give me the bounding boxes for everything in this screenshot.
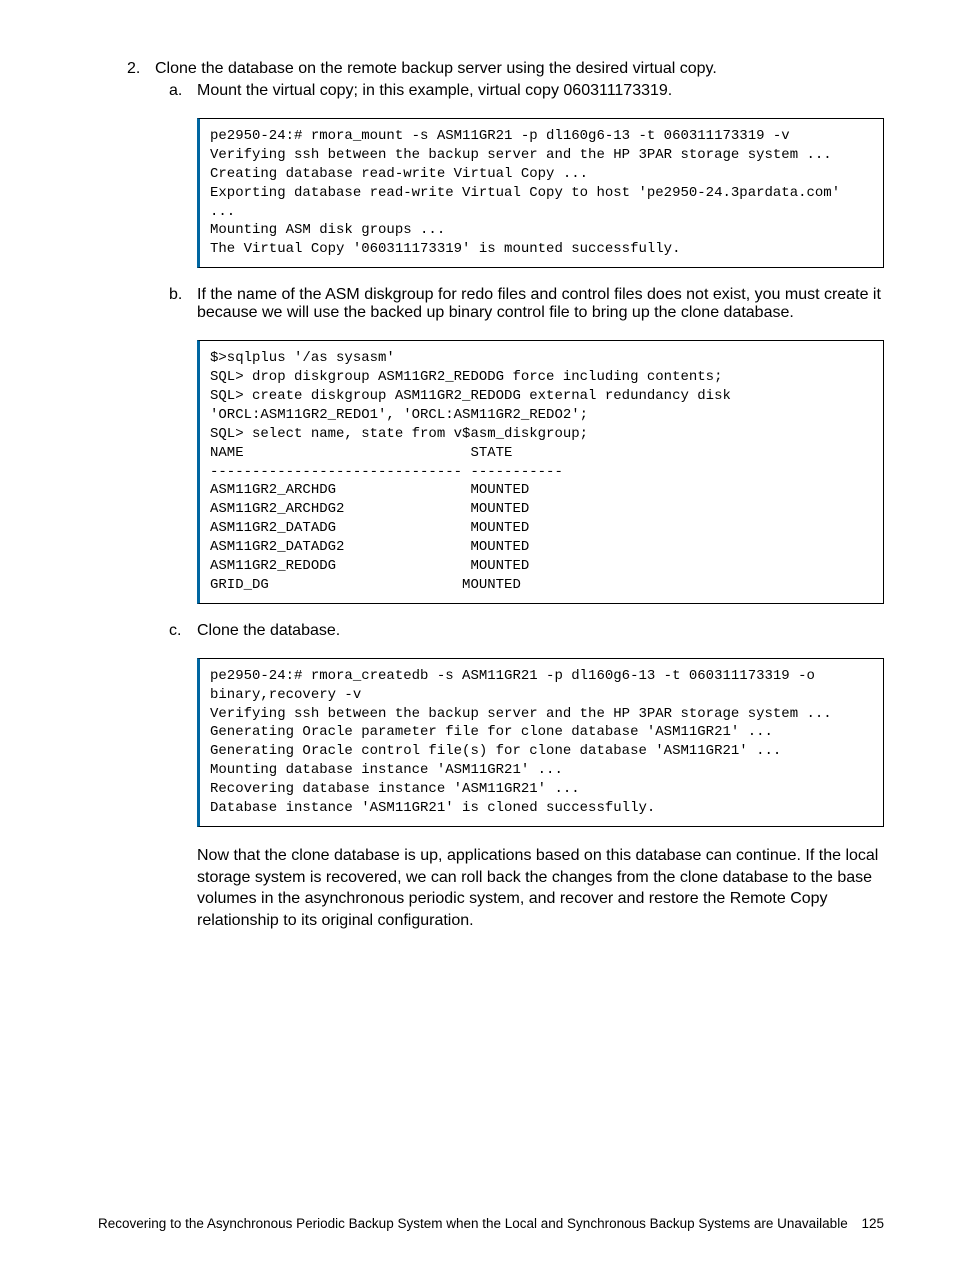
code-block-c: pe2950-24:# rmora_createdb -s ASM11GR21 … [197,658,884,827]
sub-item-c: c. Clone the database. [197,622,884,640]
list-item-text: Clone the database on the remote backup … [155,60,717,77]
sub-letter-b: b. [169,286,182,304]
page-footer: Recovering to the Asynchronous Periodic … [98,1216,884,1231]
page-number: 125 [861,1216,884,1231]
sub-item-b-text: If the name of the ASM diskgroup for red… [197,286,881,321]
list-item-2: 2. Clone the database on the remote back… [155,60,884,100]
sub-item-b: b. If the name of the ASM diskgroup for … [197,286,884,322]
code-block-a: pe2950-24:# rmora_mount -s ASM11GR21 -p … [197,118,884,268]
sub-letter-a: a. [169,82,182,100]
sub-item-a: a. Mount the virtual copy; in this examp… [197,82,884,100]
sub-item-c-text: Clone the database. [197,622,340,639]
list-number: 2. [127,60,140,78]
code-block-b: $>sqlplus '/as sysasm' SQL> drop diskgro… [197,340,884,604]
sub-letter-c: c. [169,622,181,640]
sub-item-a-text: Mount the virtual copy; in this example,… [197,82,672,99]
footer-text: Recovering to the Asynchronous Periodic … [98,1216,848,1231]
paragraph-after-c: Now that the clone database is up, appli… [197,845,884,931]
